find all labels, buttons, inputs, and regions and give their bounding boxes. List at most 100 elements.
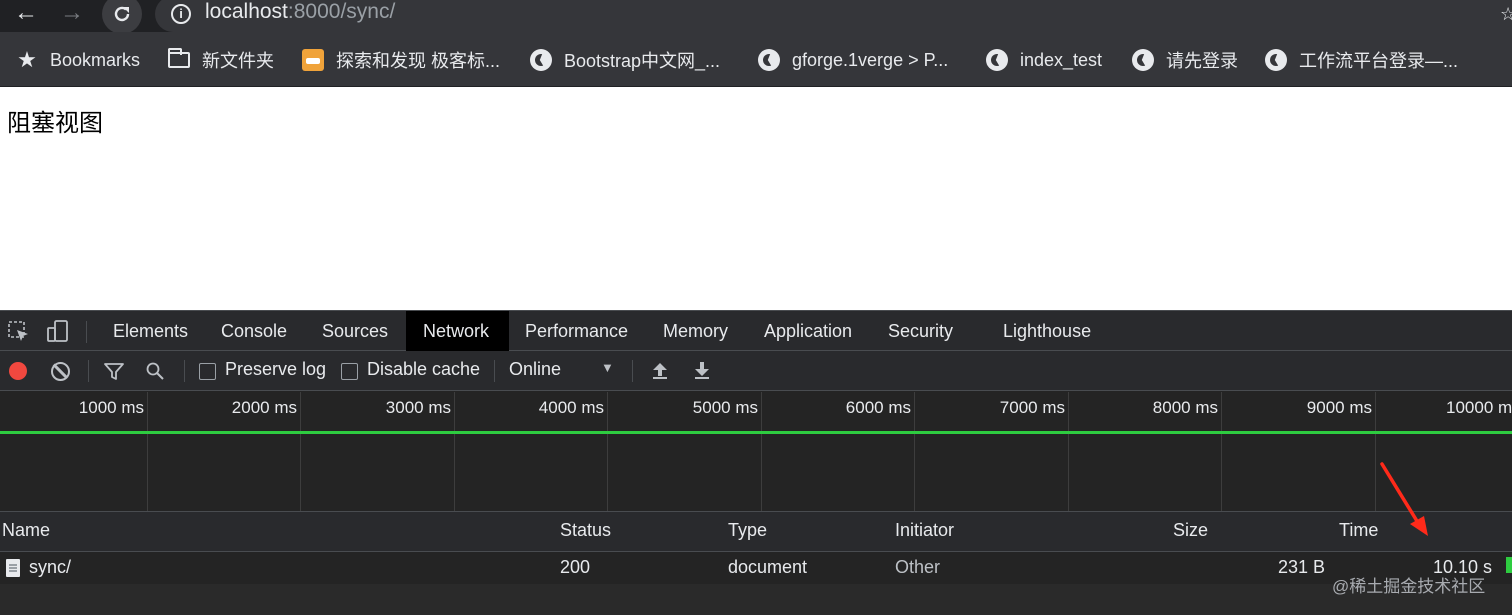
overview-gridline bbox=[607, 392, 608, 511]
site-favicon-icon bbox=[302, 49, 324, 71]
bookmark-label: Bookmarks bbox=[50, 49, 141, 70]
bookmarks-bar: ★ Bookmarks 新文件夹 探索和发现 极客标... Bootstrap中… bbox=[0, 32, 1512, 87]
folder-icon bbox=[168, 48, 190, 68]
bookmark-label: gforge.1verge > P... bbox=[792, 49, 949, 70]
overview-tick-label: 7000 ms bbox=[999, 398, 1065, 417]
import-har-icon[interactable] bbox=[651, 360, 669, 380]
page-content: 阻塞视图 bbox=[0, 88, 1512, 310]
record-button[interactable] bbox=[9, 362, 27, 380]
globe-icon bbox=[1132, 49, 1154, 71]
table-row-empty bbox=[0, 584, 1512, 615]
column-header-name[interactable]: Name bbox=[2, 520, 50, 541]
overview-tick-label: 5000 ms bbox=[692, 398, 758, 417]
tab-application[interactable]: Application bbox=[747, 311, 869, 351]
network-table-header: Name Status Type Initiator Size Time bbox=[0, 512, 1512, 552]
column-header-size[interactable]: Size bbox=[1173, 520, 1208, 541]
overview-gridline bbox=[1221, 392, 1222, 511]
separator bbox=[184, 360, 185, 382]
column-header-initiator[interactable]: Initiator bbox=[895, 520, 954, 541]
cell-status: 200 bbox=[560, 557, 591, 577]
bookmark-item[interactable]: 工作流平台登录—... bbox=[1265, 46, 1458, 74]
tab-lighthouse[interactable]: Lighthouse bbox=[986, 311, 1108, 351]
chevron-down-icon[interactable]: ▼ bbox=[601, 360, 614, 375]
column-header-status[interactable]: Status bbox=[560, 520, 611, 541]
globe-icon bbox=[530, 49, 552, 71]
clear-icon[interactable] bbox=[51, 362, 70, 381]
overview-gridline bbox=[1375, 392, 1376, 511]
network-toolbar: Preserve log Disable cache Online ▼ bbox=[0, 351, 1512, 391]
cell-size: 231 B bbox=[1277, 557, 1325, 577]
annotation-arrow-icon bbox=[1380, 462, 1428, 536]
overview-tick-label: 6000 ms bbox=[845, 398, 911, 417]
bookmark-item[interactable]: 探索和发现 极客标... bbox=[302, 46, 500, 74]
bookmark-item[interactable]: Bootstrap中文网_... bbox=[530, 46, 720, 74]
device-toolbar-icon[interactable] bbox=[46, 319, 70, 343]
overview-tick-label: 10000 ms bbox=[1446, 398, 1512, 417]
reload-button[interactable] bbox=[102, 0, 142, 34]
overview-request-bar bbox=[0, 431, 1512, 434]
tab-elements[interactable]: Elements bbox=[96, 311, 205, 351]
tab-memory[interactable]: Memory bbox=[646, 311, 745, 351]
separator bbox=[632, 360, 633, 382]
bookmark-label: 探索和发现 极客标... bbox=[336, 51, 501, 71]
bookmark-label: 请先登录 bbox=[1166, 51, 1238, 71]
bookmarks-menu[interactable]: ★ Bookmarks bbox=[16, 46, 140, 74]
overview-gridline bbox=[1068, 392, 1069, 511]
overview-gridline bbox=[300, 392, 301, 511]
overview-tick-label: 9000 ms bbox=[1306, 398, 1372, 417]
address-bar[interactable]: i localhost:8000/sync/ bbox=[155, 0, 1512, 32]
overview-gridline bbox=[914, 392, 915, 511]
bookmark-item[interactable]: gforge.1verge > P... bbox=[758, 46, 948, 74]
inspect-element-icon[interactable] bbox=[8, 321, 30, 343]
disable-cache-label[interactable]: Disable cache bbox=[367, 359, 480, 380]
search-icon[interactable] bbox=[146, 362, 164, 380]
url-text[interactable]: localhost:8000/sync/ bbox=[205, 0, 395, 24]
preserve-log-label[interactable]: Preserve log bbox=[225, 359, 326, 380]
tab-sources[interactable]: Sources bbox=[305, 311, 405, 351]
devtools-tab-bar: Elements Console Sources Network Perform… bbox=[0, 310, 1512, 351]
page-heading: 阻塞视图 bbox=[7, 109, 103, 137]
reload-icon bbox=[114, 6, 130, 22]
overview-gridline bbox=[147, 392, 148, 511]
tab-security[interactable]: Security bbox=[871, 311, 970, 351]
column-header-time[interactable]: Time bbox=[1339, 520, 1378, 541]
overview-gridline bbox=[761, 392, 762, 511]
waterfall-bar bbox=[1506, 557, 1512, 573]
disable-cache-checkbox[interactable] bbox=[341, 363, 358, 380]
info-icon[interactable]: i bbox=[171, 4, 191, 24]
bookmark-folder[interactable]: 新文件夹 bbox=[168, 46, 274, 74]
document-icon bbox=[6, 559, 20, 577]
tab-performance[interactable]: Performance bbox=[508, 311, 645, 351]
bookmark-item[interactable]: index_test bbox=[986, 46, 1102, 74]
overview-tick-label: 3000 ms bbox=[385, 398, 451, 417]
overview-tick-label: 4000 ms bbox=[538, 398, 604, 417]
filter-icon[interactable] bbox=[104, 363, 124, 381]
tab-network[interactable]: Network bbox=[406, 311, 509, 351]
bookmark-label: 工作流平台登录—... bbox=[1299, 51, 1459, 71]
bookmark-star-icon[interactable]: ☆ bbox=[1500, 4, 1512, 25]
network-overview[interactable]: 1000 ms 2000 ms 3000 ms 4000 ms 5000 ms … bbox=[0, 392, 1512, 512]
preserve-log-checkbox[interactable] bbox=[199, 363, 216, 380]
back-button[interactable]: ← bbox=[10, 0, 42, 28]
table-row[interactable]: sync/ 200 document Other 231 B 10.10 s bbox=[0, 552, 1512, 584]
overview-tick-label: 2000 ms bbox=[231, 398, 297, 417]
cell-type: document bbox=[728, 557, 808, 577]
url-path: :8000/sync/ bbox=[287, 0, 396, 23]
separator bbox=[86, 321, 87, 343]
export-har-icon[interactable] bbox=[693, 360, 711, 380]
globe-icon bbox=[1265, 49, 1287, 71]
bookmark-item[interactable]: 请先登录 bbox=[1132, 46, 1238, 74]
bookmark-label: index_test bbox=[1020, 49, 1103, 70]
watermark: @稀土掘金技术社区 bbox=[1332, 577, 1486, 596]
globe-icon bbox=[986, 49, 1008, 71]
star-icon: ★ bbox=[17, 47, 37, 72]
column-header-type[interactable]: Type bbox=[728, 520, 767, 541]
browser-toolbar: ← → i localhost:8000/sync/ ☆ bbox=[0, 0, 1512, 34]
cell-initiator: Other bbox=[895, 557, 941, 577]
tab-console[interactable]: Console bbox=[204, 311, 304, 351]
throttling-select[interactable]: Online bbox=[509, 359, 561, 380]
overview-tick-label: 1000 ms bbox=[78, 398, 144, 417]
cell-name[interactable]: sync/ bbox=[29, 557, 71, 578]
overview-gridline bbox=[454, 392, 455, 511]
forward-button[interactable]: → bbox=[56, 0, 88, 28]
